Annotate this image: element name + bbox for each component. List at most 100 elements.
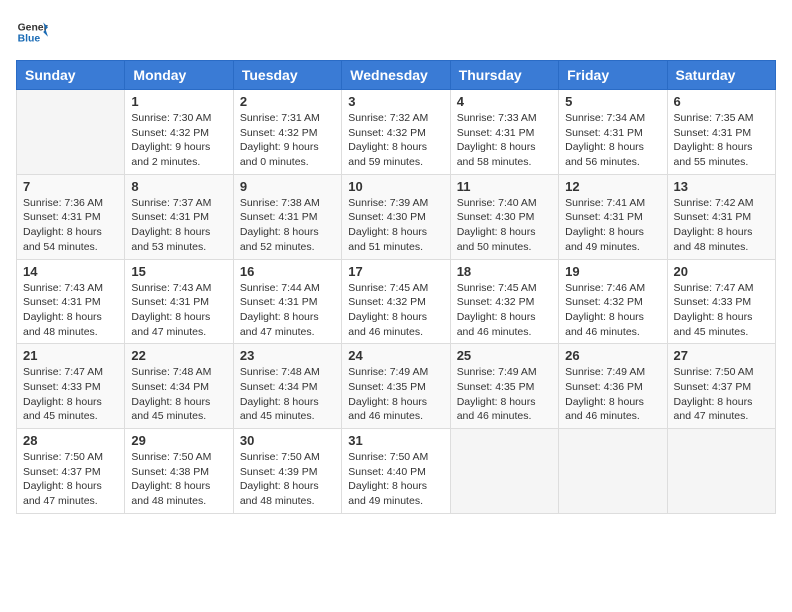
day-number: 1 — [131, 94, 226, 109]
calendar-cell: 3 Sunrise: 7:32 AM Sunset: 4:32 PM Daylig… — [342, 90, 450, 175]
day-info: Sunrise: 7:45 AM Sunset: 4:32 PM Dayligh… — [348, 281, 443, 340]
calendar-cell: 12Sunrise: 7:41 AM Sunset: 4:31 PM Dayli… — [559, 174, 667, 259]
calendar-cell — [17, 90, 125, 175]
weekday-header-monday: Monday — [125, 61, 233, 90]
day-info: Sunrise: 7:43 AM Sunset: 4:31 PM Dayligh… — [131, 281, 226, 340]
calendar-cell: 28 Sunrise: 7:50 AM Sunset: 4:37 PM Dayli… — [17, 429, 125, 514]
day-info: Sunrise: 7:35 AM Sunset: 4:31 PM Dayligh… — [674, 111, 769, 170]
day-number: 24 — [348, 348, 443, 363]
calendar-cell — [559, 429, 667, 514]
day-number: 17 — [348, 264, 443, 279]
day-info: Sunrise: 7:33 AM Sunset: 4:31 PM Dayligh… — [457, 111, 552, 170]
calendar-cell: 14 Sunrise: 7:43 AM Sunset: 4:31 PM Dayli… — [17, 259, 125, 344]
day-number: 16 — [240, 264, 335, 279]
calendar-cell: 7 Sunrise: 7:36 AM Sunset: 4:31 PM Daylig… — [17, 174, 125, 259]
weekday-header-wednesday: Wednesday — [342, 61, 450, 90]
calendar-cell: 10 Sunrise: 7:39 AM Sunset: 4:30 PM Dayli… — [342, 174, 450, 259]
calendar-table: SundayMondayTuesdayWednesdayThursdayFrid… — [16, 60, 776, 514]
day-info: Sunrise: 7:43 AM Sunset: 4:31 PM Dayligh… — [23, 281, 118, 340]
day-info: Sunrise: 7:47 AM Sunset: 4:33 PM Dayligh… — [23, 365, 118, 424]
calendar-cell: 13 Sunrise: 7:42 AM Sunset: 4:31 PM Dayli… — [667, 174, 775, 259]
calendar-cell: 29 Sunrise: 7:50 AM Sunset: 4:38 PM Dayli… — [125, 429, 233, 514]
weekday-header-row: SundayMondayTuesdayWednesdayThursdayFrid… — [17, 61, 776, 90]
day-number: 23 — [240, 348, 335, 363]
day-number: 29 — [131, 433, 226, 448]
calendar-cell: 15 Sunrise: 7:43 AM Sunset: 4:31 PM Dayli… — [125, 259, 233, 344]
day-info: Sunrise: 7:37 AM Sunset: 4:31 PM Dayligh… — [131, 196, 226, 255]
day-number: 15 — [131, 264, 226, 279]
day-number: 11 — [457, 179, 552, 194]
day-number: 27 — [674, 348, 769, 363]
day-info: Sunrise: 7:49 AM Sunset: 4:36 PM Dayligh… — [565, 365, 660, 424]
calendar-cell: 9 Sunrise: 7:38 AM Sunset: 4:31 PM Daylig… — [233, 174, 341, 259]
day-info: Sunrise: 7:44 AM Sunset: 4:31 PM Dayligh… — [240, 281, 335, 340]
day-info: Sunrise: 7:49 AM Sunset: 4:35 PM Dayligh… — [348, 365, 443, 424]
day-info: Sunrise: 7:50 AM Sunset: 4:37 PM Dayligh… — [23, 450, 118, 509]
day-number: 18 — [457, 264, 552, 279]
calendar-cell: 8 Sunrise: 7:37 AM Sunset: 4:31 PM Daylig… — [125, 174, 233, 259]
day-info: Sunrise: 7:42 AM Sunset: 4:31 PM Dayligh… — [674, 196, 769, 255]
day-info: Sunrise: 7:36 AM Sunset: 4:31 PM Dayligh… — [23, 196, 118, 255]
day-info: Sunrise: 7:47 AM Sunset: 4:33 PM Dayligh… — [674, 281, 769, 340]
day-number: 19 — [565, 264, 660, 279]
day-number: 28 — [23, 433, 118, 448]
day-info: Sunrise: 7:39 AM Sunset: 4:30 PM Dayligh… — [348, 196, 443, 255]
calendar-cell: 4Sunrise: 7:33 AM Sunset: 4:31 PM Daylig… — [450, 90, 558, 175]
calendar-week-5: 28 Sunrise: 7:50 AM Sunset: 4:37 PM Dayli… — [17, 429, 776, 514]
calendar-cell: 18 Sunrise: 7:45 AM Sunset: 4:32 PM Dayli… — [450, 259, 558, 344]
weekday-header-sunday: Sunday — [17, 61, 125, 90]
day-number: 13 — [674, 179, 769, 194]
day-number: 3 — [348, 94, 443, 109]
day-number: 2 — [240, 94, 335, 109]
calendar-cell — [450, 429, 558, 514]
calendar-cell: 23 Sunrise: 7:48 AM Sunset: 4:34 PM Dayli… — [233, 344, 341, 429]
calendar-cell: 27Sunrise: 7:50 AM Sunset: 4:37 PM Dayli… — [667, 344, 775, 429]
day-number: 7 — [23, 179, 118, 194]
day-number: 25 — [457, 348, 552, 363]
day-info: Sunrise: 7:41 AM Sunset: 4:31 PM Dayligh… — [565, 196, 660, 255]
day-number: 9 — [240, 179, 335, 194]
calendar-cell: 25 Sunrise: 7:49 AM Sunset: 4:35 PM Dayli… — [450, 344, 558, 429]
calendar-week-3: 14 Sunrise: 7:43 AM Sunset: 4:31 PM Dayli… — [17, 259, 776, 344]
calendar-cell: 6 Sunrise: 7:35 AM Sunset: 4:31 PM Daylig… — [667, 90, 775, 175]
day-info: Sunrise: 7:50 AM Sunset: 4:38 PM Dayligh… — [131, 450, 226, 509]
day-number: 30 — [240, 433, 335, 448]
calendar-cell: 26 Sunrise: 7:49 AM Sunset: 4:36 PM Dayli… — [559, 344, 667, 429]
calendar-cell: 24 Sunrise: 7:49 AM Sunset: 4:35 PM Dayli… — [342, 344, 450, 429]
day-number: 5 — [565, 94, 660, 109]
calendar-week-1: 1 Sunrise: 7:30 AM Sunset: 4:32 PM Daylig… — [17, 90, 776, 175]
calendar-cell: 16 Sunrise: 7:44 AM Sunset: 4:31 PM Dayli… — [233, 259, 341, 344]
day-info: Sunrise: 7:48 AM Sunset: 4:34 PM Dayligh… — [131, 365, 226, 424]
calendar-week-4: 21 Sunrise: 7:47 AM Sunset: 4:33 PM Dayli… — [17, 344, 776, 429]
calendar-cell: 1 Sunrise: 7:30 AM Sunset: 4:32 PM Daylig… — [125, 90, 233, 175]
day-info: Sunrise: 7:30 AM Sunset: 4:32 PM Dayligh… — [131, 111, 226, 170]
day-number: 6 — [674, 94, 769, 109]
calendar-cell: 22Sunrise: 7:48 AM Sunset: 4:34 PM Dayli… — [125, 344, 233, 429]
day-info: Sunrise: 7:34 AM Sunset: 4:31 PM Dayligh… — [565, 111, 660, 170]
day-info: Sunrise: 7:32 AM Sunset: 4:32 PM Dayligh… — [348, 111, 443, 170]
weekday-header-friday: Friday — [559, 61, 667, 90]
day-number: 31 — [348, 433, 443, 448]
header: General Blue — [16, 16, 776, 48]
day-info: Sunrise: 7:31 AM Sunset: 4:32 PM Dayligh… — [240, 111, 335, 170]
calendar-cell: 2 Sunrise: 7:31 AM Sunset: 4:32 PM Daylig… — [233, 90, 341, 175]
day-number: 14 — [23, 264, 118, 279]
day-info: Sunrise: 7:45 AM Sunset: 4:32 PM Dayligh… — [457, 281, 552, 340]
day-number: 26 — [565, 348, 660, 363]
day-info: Sunrise: 7:38 AM Sunset: 4:31 PM Dayligh… — [240, 196, 335, 255]
weekday-header-saturday: Saturday — [667, 61, 775, 90]
calendar-cell: 17 Sunrise: 7:45 AM Sunset: 4:32 PM Dayli… — [342, 259, 450, 344]
day-info: Sunrise: 7:49 AM Sunset: 4:35 PM Dayligh… — [457, 365, 552, 424]
day-info: Sunrise: 7:48 AM Sunset: 4:34 PM Dayligh… — [240, 365, 335, 424]
day-number: 21 — [23, 348, 118, 363]
day-number: 8 — [131, 179, 226, 194]
logo: General Blue — [16, 16, 52, 48]
logo-icon: General Blue — [16, 16, 48, 48]
svg-text:General: General — [18, 22, 48, 33]
day-info: Sunrise: 7:50 AM Sunset: 4:39 PM Dayligh… — [240, 450, 335, 509]
day-number: 10 — [348, 179, 443, 194]
calendar-body: 1 Sunrise: 7:30 AM Sunset: 4:32 PM Daylig… — [17, 90, 776, 514]
day-info: Sunrise: 7:50 AM Sunset: 4:40 PM Dayligh… — [348, 450, 443, 509]
calendar-week-2: 7 Sunrise: 7:36 AM Sunset: 4:31 PM Daylig… — [17, 174, 776, 259]
calendar-cell: 19Sunrise: 7:46 AM Sunset: 4:32 PM Dayli… — [559, 259, 667, 344]
